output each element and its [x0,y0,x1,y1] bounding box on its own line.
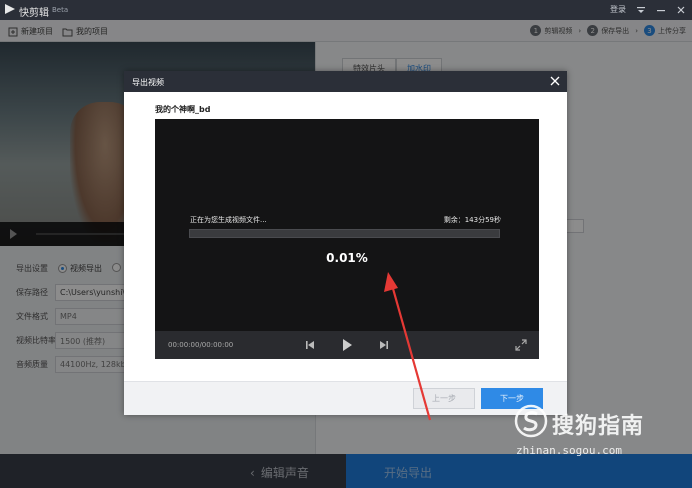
play-icon[interactable] [340,338,354,352]
close-window-icon[interactable] [676,5,686,15]
sogou-watermark: 搜狗指南 zhinan.sogou.com [514,404,684,464]
remaining-time: 剩余：143分59秒 [443,216,501,224]
login-link[interactable]: 登录 [610,4,626,15]
export-preview: 正在为您生成视频文件... 剩余：143分59秒 0.01% 00:00:00/… [155,119,539,359]
skip-next-icon[interactable] [377,338,391,352]
progress-percent: 0.01% [326,251,368,265]
beta-badge: Beta [52,6,69,14]
export-progress-bar [189,229,500,238]
previous-step-button[interactable]: 上一步 [413,388,475,409]
dialog-footer: 上一步 下一步 [124,381,567,415]
minimize-icon[interactable] [656,5,666,15]
watermark-url: zhinan.sogou.com [516,444,622,457]
dialog-title-bar: 导出视频 [124,71,567,92]
dialog-title: 导出视频 [132,78,164,87]
app-logo-icon [5,4,15,14]
app-title: 快剪辑 [19,8,49,19]
generating-status: 正在为您生成视频文件... [190,216,267,224]
export-video-dialog: 导出视频 我的个神啊_bd 正在为您生成视频文件... 剩余：143分59秒 0… [124,71,567,415]
close-icon[interactable] [549,75,561,87]
watermark-name: 搜狗指南 [552,414,645,439]
player-controls: 00:00:00/00:00:00 [155,331,539,359]
window-controls: 登录 [610,4,686,15]
title-bar: 快剪辑 Beta 登录 [0,0,692,20]
skip-previous-icon[interactable] [303,338,317,352]
menu-icon[interactable] [636,5,646,15]
file-name: 我的个神啊_bd [155,105,211,114]
time-display: 00:00:00/00:00:00 [168,341,234,349]
fullscreen-icon[interactable] [514,338,528,352]
sogou-logo-icon [514,404,548,438]
